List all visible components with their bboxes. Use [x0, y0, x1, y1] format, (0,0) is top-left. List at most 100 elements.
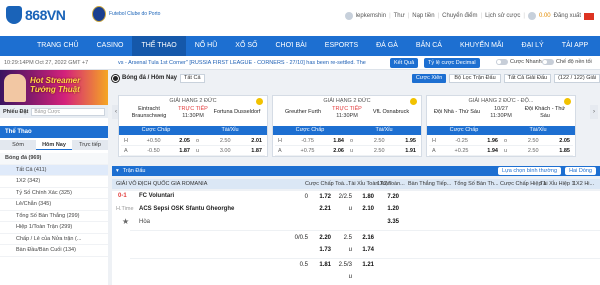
parlay-button[interactable]: Cược Xiên [411, 73, 447, 83]
odds-cell[interactable]: u 2.50 1.91 [347, 146, 419, 156]
nav-download-app[interactable]: TẢI APP [553, 36, 597, 56]
tab-live[interactable]: Trực tiếp [72, 140, 108, 150]
odds-cell[interactable]: 2.16 [352, 235, 374, 241]
nav-promotions[interactable]: KHUYẾN MÃI [451, 36, 513, 56]
toggle-switch-icon [496, 59, 508, 65]
league-select[interactable]: Tất Cả Giải Đấu [503, 73, 552, 83]
favorite-icon[interactable] [410, 98, 417, 105]
quick-bet-toggle[interactable]: Cược Nhanh [496, 59, 542, 65]
market-item[interactable]: Tỷ Số Chính Xác (325) [0, 188, 108, 199]
news-ticker[interactable]: vs - Arsenal Tula 1st Corner" [RUSSIA FI… [118, 60, 388, 66]
nav-fishing[interactable]: BẮN CÁ [407, 36, 451, 56]
odds-cell[interactable]: o 2.50 2.01 [193, 136, 265, 146]
vietnam-flag-icon[interactable] [584, 12, 594, 20]
odds-cell[interactable]: u 2.50 1.85 [501, 146, 573, 156]
inbox-link[interactable]: Thư [394, 13, 405, 19]
odds-cell[interactable]: 2.21 [309, 206, 331, 212]
sidebar: Hot Streamer Tướng Thuật Phiếu Đặt Bảng … [0, 70, 108, 285]
history-link[interactable]: Lịch sử cược [485, 13, 520, 19]
nav-esports[interactable]: ESPORTS [316, 36, 367, 56]
betslip-tab[interactable]: Phiếu Đặt [3, 109, 28, 115]
tab-today[interactable]: Hôm Nay [36, 140, 72, 150]
refresh-icon[interactable] [527, 12, 536, 20]
market-item[interactable]: 1X2 (342) [0, 176, 108, 188]
deposit-link[interactable]: Nạp tiền [412, 13, 434, 19]
odds-cell[interactable]: 3.35 [377, 219, 399, 225]
results-button[interactable]: Kết Quả [390, 58, 419, 68]
username[interactable]: lepkemshin [356, 13, 386, 19]
nav-sports[interactable]: THỂ THAO [132, 36, 186, 56]
odds-format-select[interactable]: Tỷ lệ cược Decimal [424, 58, 480, 68]
top-header: 868VN Futebol Clube do Porto lepkemshin … [0, 0, 600, 36]
odds-cell[interactable]: 1.21 [352, 262, 374, 268]
banner-text: Hot Streamer Tướng Thuật [30, 76, 81, 94]
away-team: Fortuna Dusseldorf [213, 109, 261, 116]
odds-cell[interactable]: u 3.00 1.87 [193, 146, 265, 156]
nav-casino[interactable]: CASINO [88, 36, 133, 56]
col-header: 1X2 Hi... [573, 181, 595, 187]
betlist-tab[interactable]: Bảng Cược [31, 107, 105, 116]
sports-header[interactable]: Thể Thao [0, 126, 108, 138]
dark-mode-toggle[interactable]: Chế độ nền tối [542, 59, 592, 65]
featured-card[interactable]: GIẢI HẠNG 2 ĐỨC Eintracht Braunschweig T… [118, 95, 268, 157]
nav-agent[interactable]: ĐẠI LÝ [513, 36, 553, 56]
tab-early[interactable]: Sớm [0, 140, 36, 150]
filter-row: Bóng đá / Hôm Nay Tất Cả Cược Xiên Bộ Lọ… [112, 73, 600, 83]
odds-cell[interactable]: 2.20 [309, 235, 331, 241]
favorite-icon[interactable] [256, 98, 263, 105]
lines-select[interactable]: Hai Dòng [565, 167, 596, 175]
nav-home[interactable]: TRANG CHỦ [28, 36, 88, 56]
odds-cell[interactable]: 1.81 [309, 262, 331, 268]
featured-card[interactable]: GIẢI HẠNG 2 ĐỨC - ĐỘ... Đội Nhà - Thứ Sá… [426, 95, 576, 157]
star-icon[interactable]: ★ [122, 217, 129, 226]
nav-cards[interactable]: CHƠI BÀI [266, 36, 315, 56]
view-select[interactable]: Lựa chọn bình thường [498, 167, 562, 175]
nav-cockfight[interactable]: ĐÁ GÀ [367, 36, 407, 56]
league-count[interactable]: (122 / 122) Giải [554, 73, 600, 83]
market-item[interactable]: Hiệp 1/Toàn Trận (299) [0, 222, 108, 234]
odds-cell[interactable]: H -0.75 1.84 [275, 136, 347, 146]
market-item[interactable]: Tổng Số Bàn Thắng (299) [0, 211, 108, 222]
match-score: 0-1 [118, 193, 127, 199]
odds-cell[interactable]: A +0.25 1.94 [429, 146, 501, 156]
market-item[interactable]: Chấp / Lẻ của Nửa trận (... [0, 234, 108, 245]
odds-cell[interactable]: 1.74 [352, 247, 374, 253]
market-title: Trận Đấu [122, 168, 146, 174]
odds-cell[interactable]: 1.20 [377, 206, 399, 212]
league-name[interactable]: GIẢI VÔ ĐỊCH QUỐC GIA ROMANIA [116, 181, 207, 187]
brand-logo[interactable]: 868VN [6, 6, 66, 24]
odds-cell[interactable]: 1.72 [309, 194, 331, 200]
odds-cell[interactable]: o 2.50 1.95 [347, 136, 419, 146]
odds-cell[interactable]: 2.10 [352, 206, 374, 212]
featured-card[interactable]: GIẢI HẠNG 2 ĐỨC Greuther Furth TRỰC TIẾP… [272, 95, 422, 157]
ou-line: 2/2.5 [338, 194, 352, 200]
promo-banner[interactable]: Hot Streamer Tướng Thuật [0, 70, 108, 105]
col-header: Tài Xỉu Hiệp 1 [540, 181, 575, 187]
market-item[interactable]: Lẻ/Chẵn (345) [0, 199, 108, 211]
market-list: Bóng đá (969) Tất Cả (411) 1X2 (342) Tỷ … [0, 153, 108, 257]
logout-link[interactable]: Đăng xuất [554, 13, 581, 19]
odds-cell[interactable]: 7.20 [377, 194, 399, 200]
collapse-icon[interactable]: ▾ [116, 168, 119, 174]
match-filter-button[interactable]: Bộ Lọc Trận Đấu [449, 73, 501, 83]
card-status: TRỰC TIẾP [332, 106, 362, 112]
transfer-link[interactable]: Chuyển điểm [442, 13, 477, 19]
odds-cell[interactable]: o 2.50 2.05 [501, 136, 573, 146]
odds-cell[interactable]: A -0.50 1.87 [121, 146, 193, 156]
nav-slots[interactable]: NỔ HŨ [186, 36, 227, 56]
handicap-line: 0.5 [299, 262, 308, 268]
market-item[interactable]: Bàn Đầu/Bàn Cuối (134) [0, 245, 108, 257]
odds-cell[interactable]: 1.73 [309, 247, 331, 253]
odds-cell[interactable]: H -0.25 1.96 [429, 136, 501, 146]
featured-matches: GIẢI HẠNG 2 ĐỨC Eintracht Braunschweig T… [118, 95, 600, 157]
filter-all-select[interactable]: Tất Cả [180, 73, 205, 83]
nav-lottery[interactable]: XỔ SỐ [226, 36, 266, 56]
chevron-right-icon[interactable]: › [590, 105, 598, 119]
market-item[interactable]: Tất Cả (411) [0, 164, 108, 176]
odds-cell[interactable]: 1.80 [352, 194, 374, 200]
odds-cell[interactable]: H +0.50 2.05 [121, 136, 193, 146]
favorite-icon[interactable] [564, 98, 571, 105]
ou-line: 2.5 [343, 235, 352, 241]
odds-cell[interactable]: A +0.75 2.06 [275, 146, 347, 156]
sport-item-football[interactable]: Bóng đá (969) [0, 153, 108, 165]
